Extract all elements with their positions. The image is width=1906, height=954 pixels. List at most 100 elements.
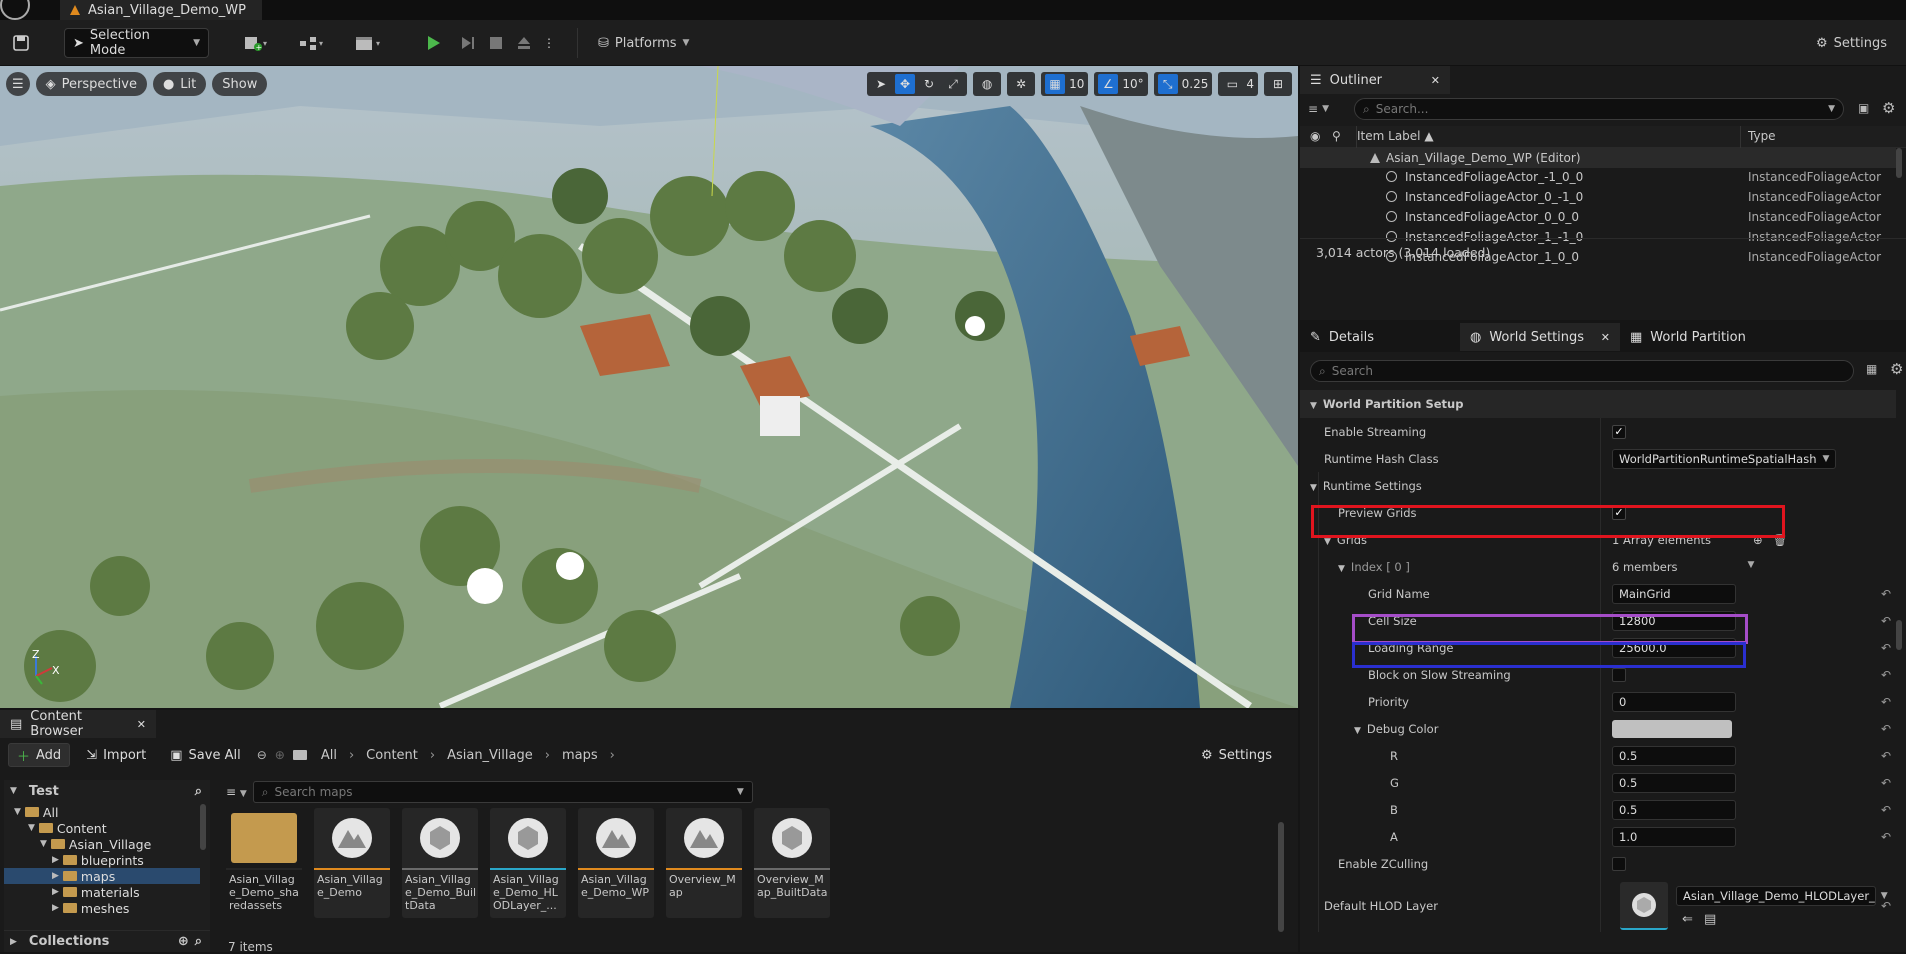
import-button[interactable]: ⇲ Import xyxy=(78,743,154,767)
enable-streaming-checkbox[interactable]: ✓ xyxy=(1612,424,1626,439)
outliner-scrollbar[interactable] xyxy=(1896,148,1902,178)
breadcrumb-separator-icon[interactable]: › xyxy=(545,748,550,763)
chevron-right-icon[interactable]: ▶ xyxy=(52,871,59,881)
selection-mode-dropdown[interactable]: ➤ Selection Mode ▼ xyxy=(64,28,209,58)
reset-arrow-icon[interactable]: ↶ xyxy=(1881,803,1891,817)
property-matrix-icon[interactable]: ▦ xyxy=(1866,362,1877,376)
breadcrumb-item[interactable]: Asian_Village xyxy=(441,748,539,763)
add-element-icon[interactable]: ⊕ xyxy=(1753,533,1763,547)
chevron-down-icon[interactable]: ▼ xyxy=(28,823,35,833)
stop-button[interactable] xyxy=(484,28,508,58)
outliner-root-row[interactable]: Asian_Village_Demo_WP (Editor) xyxy=(1300,148,1896,168)
a-field[interactable]: 1.0 xyxy=(1612,826,1736,847)
show-button[interactable]: Show xyxy=(212,72,268,96)
loading-range-field[interactable]: 25600.0 xyxy=(1612,637,1736,658)
rotate-icon[interactable]: ↻ xyxy=(919,74,939,94)
grid-snap-control[interactable]: ▦ 10 xyxy=(1041,72,1089,96)
play-options-kebab-icon[interactable]: ⋮ xyxy=(540,28,558,58)
runtime-hash-class-dropdown[interactable]: WorldPartitionRuntimeSpatialHash ▼ xyxy=(1612,448,1837,469)
platforms-button[interactable]: ⛁ Platforms ▼ xyxy=(590,28,697,58)
gear-icon[interactable]: ⚙ xyxy=(1890,360,1903,378)
outliner-search-input[interactable]: ⌕ Search... ▼ xyxy=(1354,98,1844,120)
content-browser-tab[interactable]: ▤ Content Browser ✕ xyxy=(0,709,156,739)
section-world-partition-setup[interactable]: ▼ World Partition Setup xyxy=(1300,390,1896,418)
close-icon[interactable]: ✕ xyxy=(1431,74,1440,87)
reset-arrow-icon[interactable]: ↶ xyxy=(1881,899,1891,913)
reset-arrow-icon[interactable]: ↶ xyxy=(1881,830,1891,844)
tree-item-maps[interactable]: ▶ maps xyxy=(4,868,200,884)
column-splitter[interactable] xyxy=(1600,418,1601,932)
browse-icon[interactable]: ▤ xyxy=(1704,912,1716,927)
grid-name-field[interactable]: MainGrid xyxy=(1612,583,1736,604)
select-icon[interactable]: ➤ xyxy=(871,74,891,94)
tab-world-settings[interactable]: ◍ World Settings ✕ xyxy=(1460,323,1620,351)
reset-arrow-icon[interactable]: ↶ xyxy=(1881,641,1891,655)
forward-icon[interactable]: ⊕ xyxy=(275,748,285,762)
settings-button[interactable]: ⚙ Settings xyxy=(1808,28,1895,58)
g-field[interactable]: 0.5 xyxy=(1612,772,1736,793)
surface-snap-toggle[interactable]: ✲ xyxy=(1007,72,1036,96)
col-item-label[interactable]: Item Label ▲ xyxy=(1357,129,1434,143)
breadcrumb-item[interactable]: Content xyxy=(360,748,424,763)
collections-header[interactable]: ▶ Collections ⊕ ⌕ xyxy=(4,930,210,952)
blueprints-button[interactable]: ▾ xyxy=(292,28,332,58)
trash-icon[interactable]: 🗑 xyxy=(1773,533,1788,547)
cinematics-button[interactable]: ▾ xyxy=(348,28,390,58)
reset-arrow-icon[interactable]: ↶ xyxy=(1881,587,1891,601)
use-selected-icon[interactable]: ⇐ xyxy=(1682,912,1693,927)
tab-details[interactable]: ✎ Details xyxy=(1300,323,1460,351)
tree-item-all[interactable]: ▼ All xyxy=(4,804,200,820)
asset-search-input[interactable]: ⌕ Search maps ▼ xyxy=(252,781,753,803)
step-button[interactable] xyxy=(456,28,480,58)
lit-button[interactable]: ● Lit xyxy=(152,72,207,96)
tree-item-blueprints[interactable]: ▶ blueprints xyxy=(4,852,200,868)
viewport-menu-button[interactable]: ☰ xyxy=(6,72,30,96)
filter-button[interactable]: ≡ ▼ xyxy=(1308,98,1348,120)
chevron-down-icon[interactable]: ▼ xyxy=(14,807,21,817)
asset-tile[interactable]: Asian_Village_Demo_BuiltData xyxy=(402,808,478,918)
b-field[interactable]: 0.5 xyxy=(1612,799,1736,820)
outliner-row[interactable]: InstancedFoliageActor_0_0_0 InstancedFoli… xyxy=(1300,207,1896,227)
search-icon[interactable]: ⌕ xyxy=(195,934,202,949)
filter-icon[interactable]: ≡ ▼ xyxy=(226,785,247,799)
chevron-right-icon[interactable]: ▶ xyxy=(52,887,59,897)
debug-color-swatch[interactable] xyxy=(1612,719,1732,738)
chevron-right-icon[interactable]: ▶ xyxy=(52,903,59,913)
asset-scrollbar[interactable] xyxy=(1278,822,1284,932)
close-icon[interactable]: ✕ xyxy=(1601,331,1610,344)
camera-speed-control[interactable]: ▭ 4 xyxy=(1218,72,1258,96)
add-folder-icon[interactable]: ▣ xyxy=(1858,101,1869,115)
close-icon[interactable]: ✕ xyxy=(137,718,146,731)
tree-item-content[interactable]: ▼ Content xyxy=(4,820,200,836)
viewport-layout-button[interactable]: ⊞ xyxy=(1264,72,1292,96)
reset-arrow-icon[interactable]: ↶ xyxy=(1881,722,1891,736)
reset-arrow-icon[interactable]: ↶ xyxy=(1881,749,1891,763)
preview-grids-checkbox[interactable]: ✓ xyxy=(1612,505,1626,520)
add-actor-button[interactable]: + ▾ xyxy=(236,28,276,58)
sources-header[interactable]: ▼ Test ⌕ xyxy=(4,780,210,802)
asset-tile[interactable]: Asian_Village_Demo_WP xyxy=(578,808,654,918)
tab-world-partition[interactable]: ▦ World Partition xyxy=(1620,323,1780,351)
chevron-down-icon[interactable]: ▼ xyxy=(1748,560,1755,574)
asset-tile[interactable]: Overview_Map xyxy=(666,808,742,918)
asset-tile[interactable]: Asian_Village_Demo_HLODLayer_... xyxy=(490,808,566,918)
world-local-toggle[interactable]: ◍ xyxy=(973,72,1002,96)
breadcrumb-separator-icon[interactable]: › xyxy=(430,748,435,763)
pin-icon[interactable]: ⚲ xyxy=(1332,129,1341,143)
details-scrollbar[interactable] xyxy=(1896,620,1902,650)
cell-size-field[interactable]: 12800 xyxy=(1612,610,1736,631)
level-viewport[interactable]: ☰ ◈ Perspective ● Lit Show ➤ ✥ ↻ ⤢ ◍ ✲ ▦ 10… xyxy=(0,66,1298,708)
breadcrumb-separator-icon[interactable]: › xyxy=(610,748,615,763)
tree-item-materials[interactable]: ▶ materials xyxy=(4,884,200,900)
reset-arrow-icon[interactable]: ↶ xyxy=(1881,614,1891,628)
col-type[interactable]: Type xyxy=(1748,129,1776,143)
asset-tile[interactable]: Asian_Village_Demo_sharedassets xyxy=(226,808,302,918)
save-icon[interactable] xyxy=(8,28,34,58)
rotation-snap-control[interactable]: ∠ 10° xyxy=(1094,72,1148,96)
tree-item-meshes[interactable]: ▶ meshes xyxy=(4,900,200,916)
hlod-layer-dropdown[interactable]: Asian_Village_Demo_HLODLayer_ ▼ xyxy=(1676,886,1888,906)
play-button[interactable] xyxy=(420,28,446,58)
back-icon[interactable]: ⊖ xyxy=(257,748,267,762)
eject-button[interactable] xyxy=(512,28,536,58)
search-icon[interactable]: ⌕ xyxy=(195,784,202,799)
